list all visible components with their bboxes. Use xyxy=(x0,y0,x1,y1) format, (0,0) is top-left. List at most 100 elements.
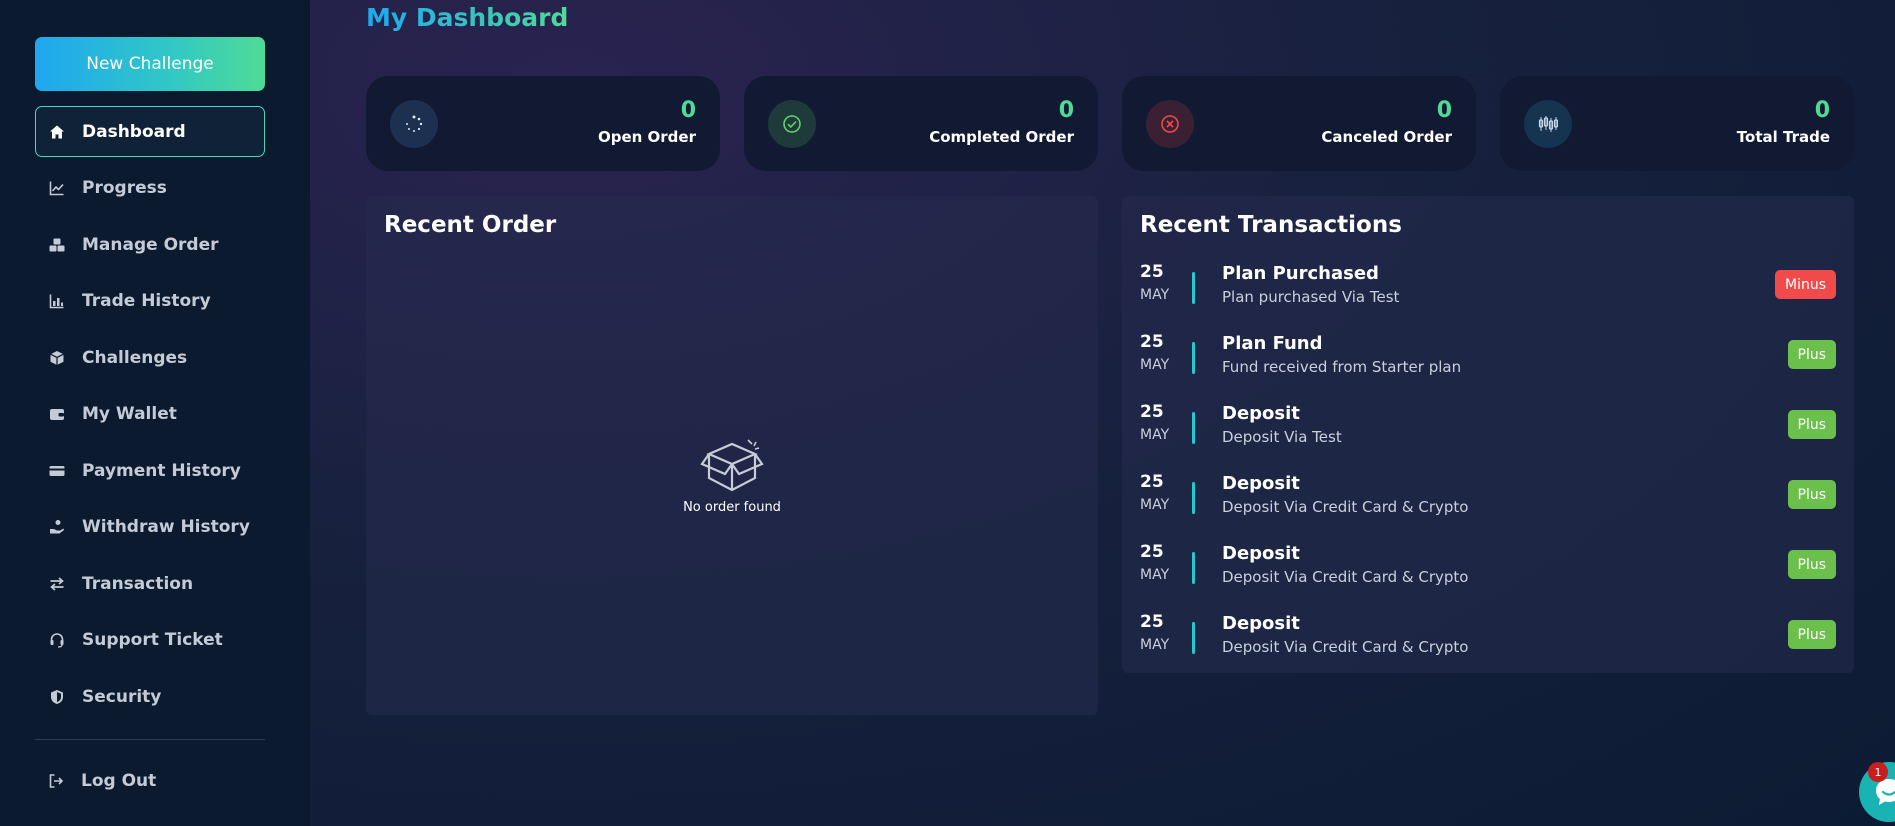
candlestick-icon xyxy=(1524,100,1572,148)
recent-order-panel: Recent Order No order found xyxy=(366,196,1098,715)
transaction-title: Deposit xyxy=(1222,613,1300,634)
transaction-day: 25 xyxy=(1140,612,1164,632)
transaction-row: 25 MAY Deposit Deposit Via Credit Card &… xyxy=(1140,542,1836,598)
transaction-title: Deposit xyxy=(1222,473,1300,494)
recent-order-title: Recent Order xyxy=(384,212,557,238)
home-icon xyxy=(48,123,66,141)
sidebar-item-label: Security xyxy=(82,686,162,707)
headset-icon xyxy=(48,631,66,649)
shield-icon xyxy=(48,688,66,706)
transaction-day: 25 xyxy=(1140,402,1164,422)
transaction-divider xyxy=(1192,272,1195,304)
transaction-month: MAY xyxy=(1140,497,1170,513)
chat-unread-badge: 1 xyxy=(1868,762,1888,782)
transaction-badge: Plus xyxy=(1787,480,1836,509)
sidebar-item-challenges[interactable]: Challenges xyxy=(35,332,265,383)
transaction-day: 25 xyxy=(1140,332,1164,352)
sidebar-item-label: Transaction xyxy=(82,573,194,594)
transaction-divider xyxy=(1192,482,1195,514)
transaction-description: Deposit Via Credit Card & Crypto xyxy=(1222,498,1469,516)
sidebar: New Challenge Dashboard Progress Manage … xyxy=(0,0,310,826)
transaction-month: MAY xyxy=(1140,287,1170,303)
transaction-title: Plan Purchased xyxy=(1222,263,1379,284)
transaction-divider xyxy=(1192,622,1195,654)
x-circle-icon xyxy=(1146,100,1194,148)
stat-label: Open Order xyxy=(597,128,696,146)
stat-card-open-order: 0 Open Order xyxy=(366,76,720,171)
cube-icon xyxy=(48,349,66,367)
sidebar-item-manage-order[interactable]: Manage Order xyxy=(35,219,265,270)
sidebar-item-label: Challenges xyxy=(82,347,188,368)
page-title: My Dashboard xyxy=(366,3,569,32)
empty-box-icon xyxy=(700,439,764,492)
sidebar-item-label: Progress xyxy=(82,178,167,198)
recent-transactions-panel: Recent Transactions 25 MAY Plan Purchase… xyxy=(1122,196,1854,673)
transaction-month: MAY xyxy=(1140,427,1170,443)
logout-button[interactable]: Log Out xyxy=(35,755,265,806)
hand-coin-icon xyxy=(48,518,66,536)
sidebar-item-label: My Wallet xyxy=(82,404,177,424)
stat-card-total-trade: 0 Total Trade xyxy=(1500,76,1854,171)
transaction-badge: Plus xyxy=(1787,410,1836,439)
sidebar-nav: Dashboard Progress Manage Order Trade Hi… xyxy=(35,106,265,728)
transaction-badge: Minus xyxy=(1774,270,1836,299)
sidebar-item-label: Dashboard xyxy=(82,121,186,142)
transaction-month: MAY xyxy=(1140,357,1170,373)
transaction-divider xyxy=(1192,412,1195,444)
sidebar-item-security[interactable]: Security xyxy=(35,671,265,722)
sidebar-item-payment-history[interactable]: Payment History xyxy=(35,445,265,496)
sidebar-item-label: Payment History xyxy=(82,460,241,481)
sidebar-item-dashboard[interactable]: Dashboard xyxy=(35,106,265,157)
empty-state-text: No order found xyxy=(683,500,781,515)
transaction-badge: Plus xyxy=(1787,340,1836,369)
swap-arrows-icon xyxy=(48,575,66,593)
recent-transactions-title: Recent Transactions xyxy=(1140,212,1402,238)
transaction-title: Deposit xyxy=(1222,543,1300,564)
transaction-description: Fund received from Starter plan xyxy=(1222,358,1462,376)
transaction-month: MAY xyxy=(1140,567,1170,583)
transaction-day: 25 xyxy=(1140,542,1164,562)
sidebar-item-withdraw-history[interactable]: Withdraw History xyxy=(35,502,265,553)
sidebar-item-transaction[interactable]: Transaction xyxy=(35,558,265,609)
sidebar-item-label: Manage Order xyxy=(82,234,219,255)
transaction-description: Plan purchased Via Test xyxy=(1222,288,1400,306)
check-circle-icon xyxy=(768,100,816,148)
sidebar-item-support-ticket[interactable]: Support Ticket xyxy=(35,615,265,666)
transaction-badge: Plus xyxy=(1787,550,1836,579)
transaction-row: 25 MAY Deposit Deposit Via Test Plus xyxy=(1140,402,1836,458)
line-chart-icon xyxy=(48,179,66,197)
sidebar-item-trade-history[interactable]: Trade History xyxy=(35,276,265,327)
spinner-icon xyxy=(390,100,438,148)
stat-label: Total Trade xyxy=(1736,128,1830,146)
new-challenge-button[interactable]: New Challenge xyxy=(35,37,265,91)
stat-value: 0 xyxy=(680,98,696,123)
stat-value: 0 xyxy=(1814,98,1830,123)
transaction-badge: Plus xyxy=(1787,620,1836,649)
transaction-title: Deposit xyxy=(1222,403,1300,424)
transaction-title: Plan Fund xyxy=(1222,333,1323,354)
empty-state: No order found xyxy=(366,436,1098,515)
transaction-divider xyxy=(1192,342,1195,374)
sidebar-item-progress[interactable]: Progress xyxy=(35,163,265,214)
transaction-month: MAY xyxy=(1140,637,1170,653)
boxes-icon xyxy=(48,236,66,254)
sidebar-divider xyxy=(35,739,265,740)
credit-card-icon xyxy=(48,462,66,480)
transaction-day: 25 xyxy=(1140,472,1164,492)
logout-icon xyxy=(47,772,65,790)
sidebar-item-my-wallet[interactable]: My Wallet xyxy=(35,389,265,440)
logout-label: Log Out xyxy=(81,770,157,791)
stat-value: 0 xyxy=(1058,98,1074,123)
stat-card-completed-order: 0 Completed Order xyxy=(744,76,1098,171)
bar-chart-icon xyxy=(48,292,66,310)
stat-label: Completed Order xyxy=(929,128,1074,146)
stat-value: 0 xyxy=(1436,98,1452,123)
transaction-row: 25 MAY Deposit Deposit Via Credit Card &… xyxy=(1140,472,1836,528)
transaction-row: 25 MAY Deposit Deposit Via Credit Card &… xyxy=(1140,612,1836,668)
transaction-divider xyxy=(1192,552,1195,584)
sidebar-item-label: Trade History xyxy=(82,291,211,311)
transaction-row: 25 MAY Plan Fund Fund received from Star… xyxy=(1140,332,1836,388)
wallet-icon xyxy=(48,405,66,423)
transaction-row: 25 MAY Plan Purchased Plan purchased Via… xyxy=(1140,262,1836,318)
transaction-day: 25 xyxy=(1140,262,1164,282)
